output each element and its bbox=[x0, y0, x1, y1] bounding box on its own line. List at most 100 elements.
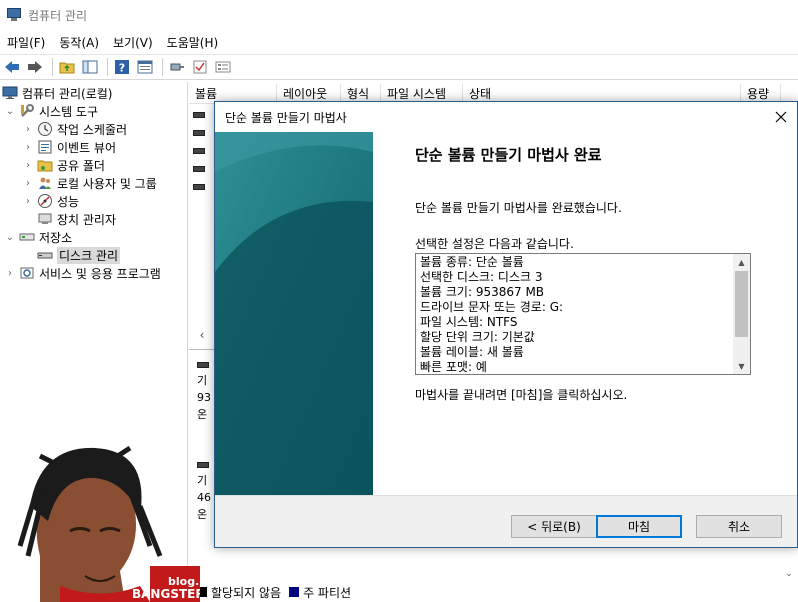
tree-services[interactable]: › 서비스 및 응용 프로그램 bbox=[4, 264, 161, 282]
close-icon[interactable] bbox=[771, 107, 791, 127]
tree-storage[interactable]: ⌄ 저장소 bbox=[4, 228, 72, 246]
services-icon bbox=[19, 265, 35, 281]
menu-action[interactable]: 동작(A) bbox=[54, 34, 104, 51]
wizard-completed-text: 단순 볼륨 만들기 마법사를 완료했습니다. bbox=[415, 201, 622, 215]
forward-arrow-icon[interactable] bbox=[25, 57, 45, 77]
tree-label: 공유 폴더 bbox=[57, 158, 105, 173]
expand-chevron-icon[interactable]: › bbox=[22, 141, 34, 153]
drive-icon bbox=[193, 130, 205, 136]
event-viewer-icon bbox=[37, 139, 53, 155]
scroll-down-arrow-icon[interactable]: ⌄ bbox=[780, 566, 798, 582]
check-icon[interactable] bbox=[190, 57, 210, 77]
wizard-content: 단순 볼륨 만들기 마법사 완료 단순 볼륨 만들기 마법사를 완료했습니다. … bbox=[373, 132, 797, 495]
tree-label: 성능 bbox=[57, 194, 80, 209]
expand-chevron-icon[interactable]: › bbox=[4, 267, 16, 279]
tree-label: 컴퓨터 관리(로컬) bbox=[22, 86, 113, 101]
drive-icon bbox=[193, 112, 205, 118]
tree-label: 시스템 도구 bbox=[39, 104, 99, 119]
connect-icon[interactable] bbox=[167, 57, 187, 77]
legend-primary: 주 파티션 bbox=[303, 585, 352, 600]
clock-icon bbox=[37, 121, 53, 137]
wizard-banner-graphic bbox=[215, 132, 373, 495]
help-icon[interactable]: ? bbox=[112, 57, 132, 77]
users-icon bbox=[37, 175, 53, 191]
wizard-settings-intro: 선택한 설정은 다음과 같습니다. bbox=[415, 237, 574, 251]
finish-button[interactable]: 마침 bbox=[596, 515, 682, 538]
collapse-chevron-icon[interactable]: ⌄ bbox=[4, 105, 16, 117]
tree-system-tools[interactable]: ⌄ 시스템 도구 bbox=[4, 102, 98, 120]
svg-text:?: ? bbox=[119, 62, 125, 75]
summary-line: 드라이브 문자 또는 경로: G: bbox=[420, 300, 564, 314]
scroll-thumb[interactable] bbox=[735, 271, 748, 337]
summary-line: 할당 단위 크기: 기본값 bbox=[420, 330, 535, 344]
tree-performance[interactable]: › 성능 bbox=[22, 192, 79, 210]
list-icon[interactable] bbox=[213, 57, 233, 77]
tree-label: 이벤트 뷰어 bbox=[57, 140, 117, 155]
back-arrow-icon[interactable] bbox=[2, 57, 22, 77]
tree-task-scheduler[interactable]: › 작업 스케줄러 bbox=[22, 120, 127, 138]
tools-icon bbox=[19, 103, 35, 119]
disk-icon bbox=[37, 247, 53, 263]
menu-help[interactable]: 도움말(H) bbox=[162, 34, 224, 51]
summary-line: 볼륨 종류: 단순 볼륨 bbox=[420, 255, 524, 269]
tree-label: 디스크 관리 bbox=[57, 246, 121, 264]
expand-chevron-icon[interactable]: › bbox=[22, 177, 34, 189]
device-manager-icon bbox=[37, 211, 53, 227]
summary-line: 파일 시스템: NTFS bbox=[420, 315, 518, 329]
tree-disk-management[interactable]: 디스크 관리 bbox=[37, 246, 121, 264]
drive-icon bbox=[193, 184, 205, 190]
primary-partition-swatch bbox=[289, 587, 300, 597]
volume-row[interactable] bbox=[193, 126, 215, 140]
performance-icon bbox=[37, 193, 53, 209]
expand-chevron-icon[interactable]: › bbox=[22, 195, 34, 207]
wizard-side-banner bbox=[215, 132, 373, 495]
up-folder-icon[interactable] bbox=[57, 57, 77, 77]
disk-icon bbox=[197, 362, 209, 368]
dialog-title: 단순 볼륨 만들기 마법사 bbox=[225, 110, 347, 125]
expand-chevron-icon[interactable]: › bbox=[22, 123, 34, 135]
expand-chevron-icon[interactable]: › bbox=[22, 159, 34, 171]
computer-management-icon bbox=[6, 8, 22, 22]
tree-local-users[interactable]: › 로컬 사용자 및 그룹 bbox=[22, 174, 157, 192]
volume-row[interactable] bbox=[193, 180, 215, 194]
toolbar: ? bbox=[0, 54, 798, 80]
properties-icon[interactable] bbox=[135, 57, 155, 77]
tree-root[interactable]: 컴퓨터 관리(로컬) bbox=[2, 84, 112, 102]
show-hide-tree-icon[interactable] bbox=[80, 57, 100, 77]
legend-unallocated: 할당되지 않음 bbox=[211, 585, 282, 600]
toolbar-separator bbox=[52, 58, 53, 76]
scroll-down-arrow-icon[interactable]: ▼ bbox=[733, 358, 750, 374]
scroll-up-arrow-icon[interactable]: ▲ bbox=[733, 254, 750, 270]
tree-shared-folders[interactable]: › 공유 폴더 bbox=[22, 156, 105, 174]
dialog-title-bar: 단순 볼륨 만들기 마법사 bbox=[215, 102, 797, 132]
volume-row[interactable] bbox=[193, 144, 215, 158]
tree-event-viewer[interactable]: › 이벤트 뷰어 bbox=[22, 138, 116, 156]
volume-row[interactable] bbox=[193, 162, 215, 176]
computer-icon bbox=[2, 85, 18, 101]
summary-line: 빠른 포맷: 예 bbox=[420, 360, 487, 374]
collapse-chevron-icon[interactable]: ⌄ bbox=[4, 231, 16, 243]
tree-device-manager[interactable]: 장치 관리자 bbox=[37, 210, 116, 228]
menu-file[interactable]: 파일(F) bbox=[2, 34, 50, 51]
menu-view[interactable]: 보기(V) bbox=[108, 34, 158, 51]
scroll-left-arrow-icon[interactable]: ‹ bbox=[189, 326, 215, 344]
summary-scrollbar[interactable]: ▲ ▼ bbox=[733, 254, 750, 374]
summary-line: 선택한 디스크: 디스크 3 bbox=[420, 270, 543, 284]
window-title: 컴퓨터 관리 bbox=[28, 8, 88, 23]
watermark-bottom-text: BANGSTER bbox=[132, 587, 200, 601]
summary-line: 볼륨 크기: 953867 MB bbox=[420, 285, 545, 299]
blogger-watermark: blog. BANGSTER bbox=[0, 436, 200, 602]
tree-label: 로컬 사용자 및 그룹 bbox=[57, 176, 157, 191]
summary-line: 볼륨 레이블: 새 볼륨 bbox=[420, 345, 524, 359]
wizard-button-bar: < 뒤로(B) 마침 취소 bbox=[215, 495, 797, 547]
settings-summary-box[interactable]: 볼륨 종류: 단순 볼륨 선택한 디스크: 디스크 3 볼륨 크기: 95386… bbox=[415, 253, 751, 375]
new-simple-volume-wizard: 단순 볼륨 만들기 마법사 단순 볼륨 만들기 마법사 완료 단순 볼륨 만들기… bbox=[214, 101, 798, 548]
drive-icon bbox=[193, 148, 205, 154]
drive-icon bbox=[193, 166, 205, 172]
back-button[interactable]: < 뒤로(B) bbox=[511, 515, 597, 538]
tree-label: 장치 관리자 bbox=[57, 212, 117, 227]
computer-management-window: 컴퓨터 관리 파일(F) 동작(A) 보기(V) 도움말(H) ? 컴퓨터 관리… bbox=[0, 0, 798, 602]
tree-label: 작업 스케줄러 bbox=[57, 122, 128, 137]
cancel-button[interactable]: 취소 bbox=[696, 515, 782, 538]
volume-row[interactable] bbox=[193, 108, 215, 122]
